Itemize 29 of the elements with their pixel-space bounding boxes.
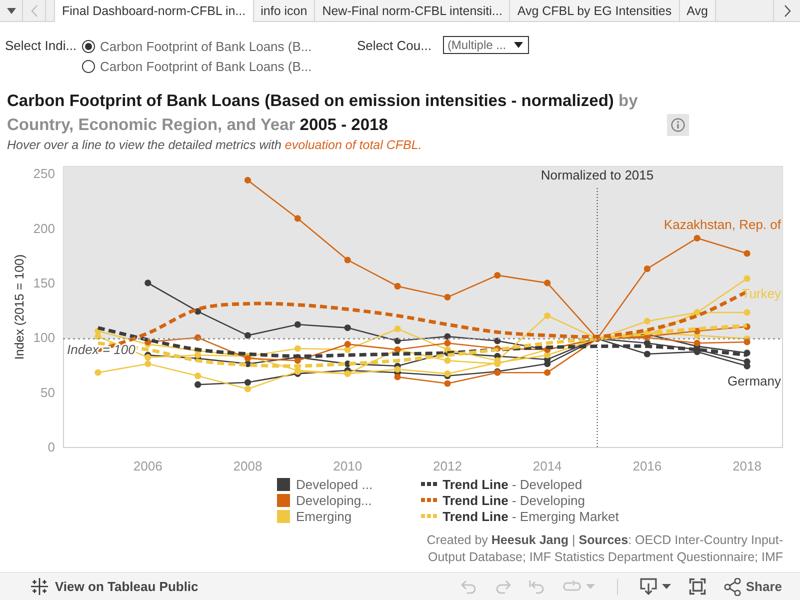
axis-tick-label: 2006 (133, 458, 162, 474)
axis-tick-label: 100 (33, 330, 55, 346)
legend-label: Trend Line - Developed (442, 476, 582, 492)
dashboard-title: Carbon Footprint of Bank Loans (Based on emission intensities - normalized) by Country, Economic Region, and Year 2005 - 2018 (7, 91, 639, 136)
reference-label: Normalized to 2015 (540, 167, 654, 182)
filter-label: Select Indi... (5, 37, 78, 55)
line-label: Germany (728, 373, 781, 388)
axis-tick-label: 250 (33, 166, 55, 182)
filter-label: Select Cou... (357, 37, 432, 55)
axis-tick-label: 0 (48, 439, 55, 454)
axis-tick-label: 50 (40, 384, 55, 400)
legend-label: Trend Line - Emerging Market (442, 508, 619, 524)
axis-tick-label: 200 (33, 220, 55, 236)
legend-label: Emerging (296, 508, 352, 524)
line-label: Turkey (742, 286, 781, 302)
credits-text: Created by Heesuk Jang | Sources: OECD Inter-Country Input-Output Database; IMF Statistics Department Questionnaire; IMF (426, 532, 783, 566)
axis-tick-label: 2010 (333, 458, 362, 474)
legend-label: Developed ... (296, 476, 373, 492)
subtitle-text: Hover over a line to view the detailed metrics with evoluation of total CFBL. (6, 137, 422, 153)
axis-tick-label: 2014 (532, 458, 562, 474)
axis-tick-label: 150 (33, 275, 55, 290)
axis-tick-label: 2018 (732, 458, 762, 474)
axis-title: Index (2015 = 100) (12, 254, 26, 360)
line-label: Kazakhstan, Rep. of (664, 216, 781, 232)
legend-label: Developing... (296, 492, 372, 508)
axis-tick-label: 2016 (632, 458, 662, 474)
axis-tick-label: 2008 (233, 458, 262, 474)
legend-label: Trend Line - Developing (442, 492, 585, 508)
axis-tick-label: 2012 (433, 458, 462, 474)
